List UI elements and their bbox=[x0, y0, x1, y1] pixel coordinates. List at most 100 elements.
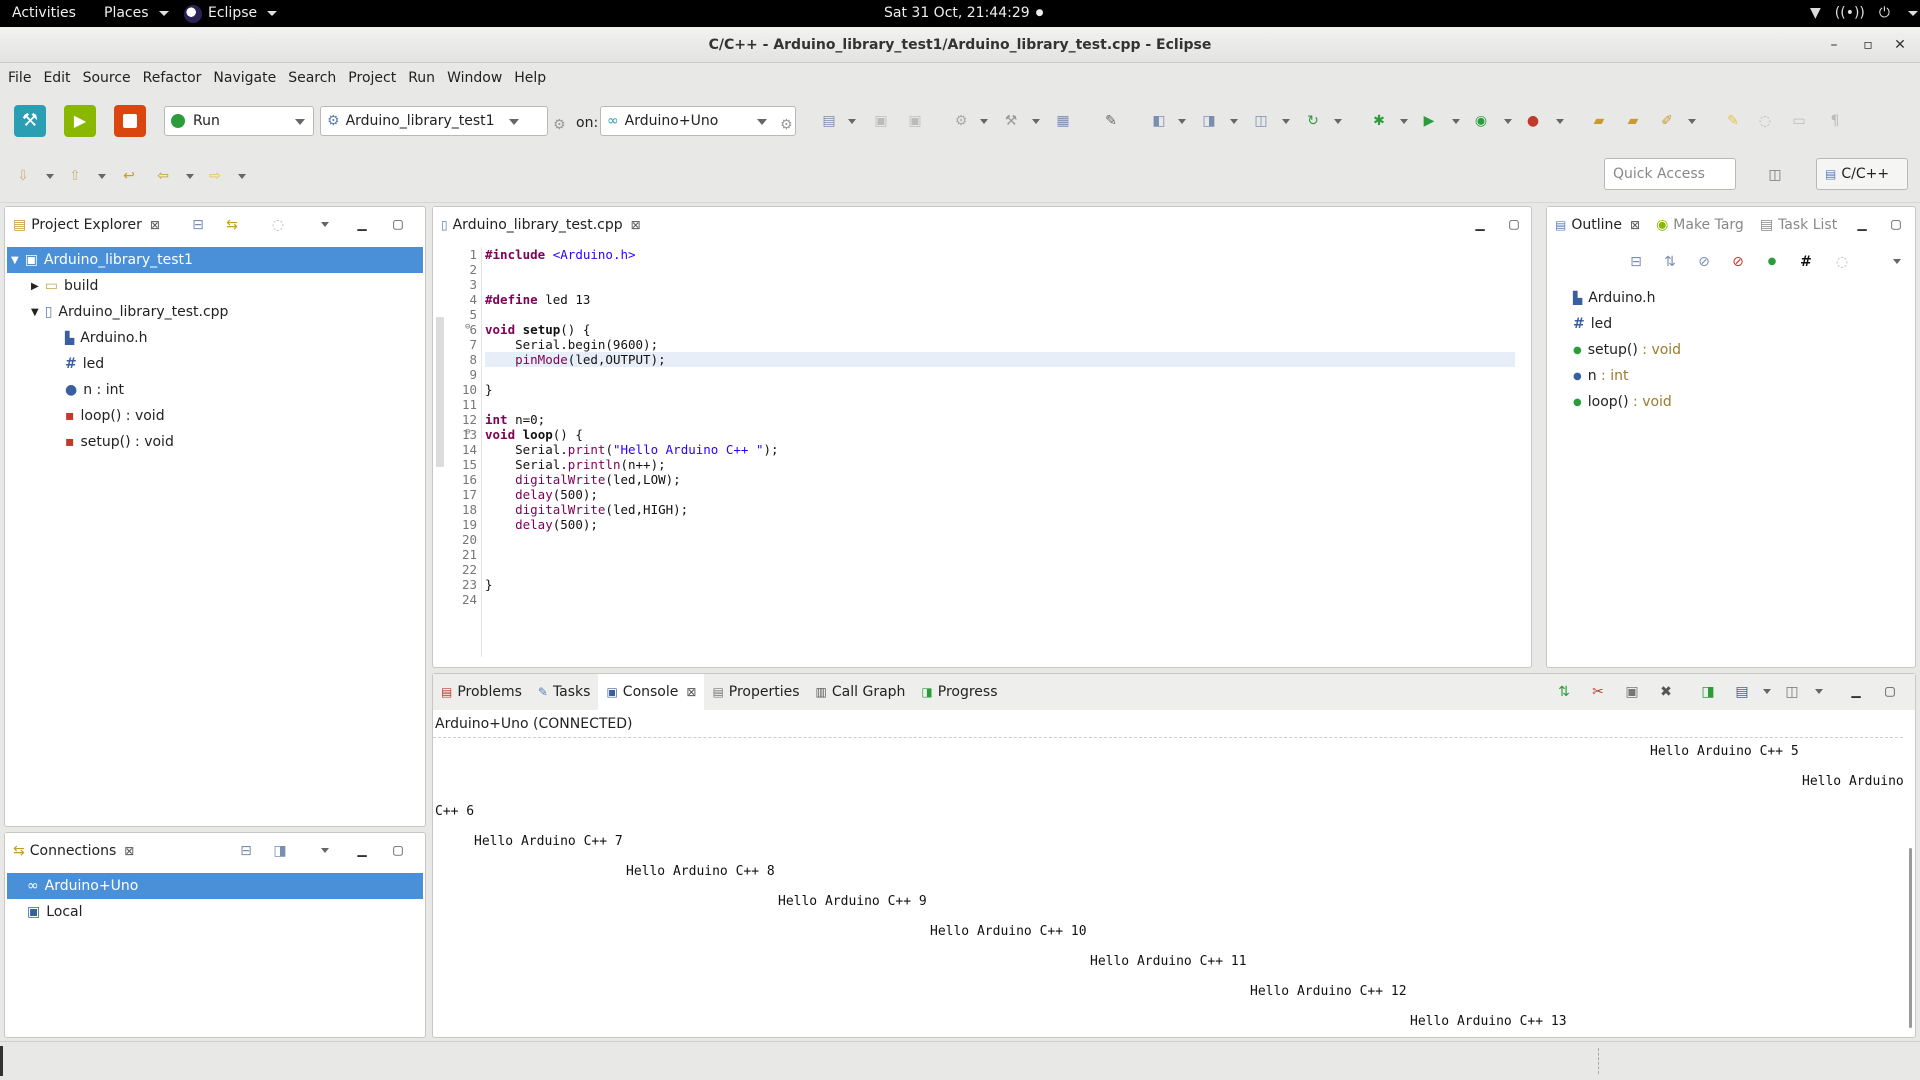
collapse-all-icon[interactable]: ⊟ bbox=[1627, 253, 1645, 271]
debug-icon[interactable]: ✱ bbox=[1370, 112, 1388, 130]
menu-window[interactable]: Window bbox=[447, 70, 513, 86]
new-folder-icon[interactable]: ◨ bbox=[1200, 112, 1218, 130]
outline-item[interactable]: ▙ Arduino.h bbox=[1549, 285, 1913, 311]
tab-tasks[interactable]: ✎ Tasks bbox=[530, 674, 599, 710]
chevron-down-icon[interactable] bbox=[98, 174, 106, 179]
console-output[interactable]: Hello Arduino C++ 5 Hello Arduino C++ 6 … bbox=[433, 738, 1917, 1034]
chevron-down-icon[interactable] bbox=[238, 174, 246, 179]
close-button[interactable]: ✕ bbox=[1890, 35, 1910, 55]
code-line[interactable]: digitalWrite(led,HIGH); bbox=[485, 502, 688, 517]
close-icon[interactable]: ⊠ bbox=[631, 218, 641, 232]
chevron-down-icon[interactable]: ▼ bbox=[31, 307, 39, 318]
close-icon[interactable]: ⊠ bbox=[686, 685, 696, 699]
close-icon[interactable]: ⊠ bbox=[124, 844, 134, 858]
remove-console-icon[interactable]: ✖ bbox=[1657, 683, 1675, 701]
tab-make-target[interactable]: ◉ Make Targ bbox=[1648, 207, 1752, 243]
chevron-down-icon[interactable] bbox=[186, 174, 194, 179]
save-all-icon[interactable]: ▣ bbox=[906, 112, 924, 130]
tab-properties[interactable]: ▤ Properties bbox=[704, 674, 807, 710]
maximize-button[interactable]: ▫ bbox=[1858, 35, 1878, 55]
chevron-down-icon[interactable] bbox=[1688, 119, 1696, 124]
code-line[interactable]: Serial.println(n++); bbox=[485, 457, 666, 472]
coverage-icon[interactable]: ◉ bbox=[1472, 112, 1490, 130]
menu-help[interactable]: Help bbox=[514, 70, 557, 86]
connection-item[interactable]: ∞ Arduino+Uno bbox=[7, 873, 423, 899]
forward-icon[interactable]: ⇨ bbox=[206, 167, 224, 185]
chevron-down-icon[interactable]: ▼ bbox=[11, 255, 19, 266]
code-line[interactable]: } bbox=[485, 577, 493, 592]
tree-item-build[interactable]: ▶ ▭ build bbox=[7, 273, 423, 299]
new-connection-icon[interactable]: ◨ bbox=[271, 842, 289, 860]
back-icon[interactable]: ⇦ bbox=[154, 167, 172, 185]
maximize-icon[interactable]: ▢ bbox=[1889, 217, 1903, 231]
link-editor-icon[interactable]: ⇆ bbox=[223, 216, 241, 234]
fold-collapse-icon[interactable]: ⊖ bbox=[465, 322, 470, 332]
tab-problems[interactable]: ▤ Problems bbox=[433, 674, 530, 710]
close-icon[interactable]: ⊠ bbox=[150, 218, 160, 232]
code-line[interactable]: delay(500); bbox=[485, 517, 598, 532]
debug-view-icon[interactable]: ▦ bbox=[1054, 112, 1072, 130]
maximize-icon[interactable]: ▢ bbox=[1883, 684, 1897, 698]
last-edit-icon[interactable]: ↩ bbox=[120, 167, 138, 185]
close-icon[interactable]: ⊠ bbox=[1630, 218, 1640, 232]
pin-console-icon[interactable]: ▣ bbox=[1623, 683, 1641, 701]
disconnect-icon[interactable]: ✂ bbox=[1589, 683, 1607, 701]
view-menu-icon[interactable] bbox=[321, 848, 329, 853]
hide-static-icon[interactable]: ⊘ bbox=[1729, 253, 1747, 271]
connection-item[interactable]: ▣ Local bbox=[7, 899, 423, 925]
next-annotation-icon[interactable]: ⇩ bbox=[14, 167, 32, 185]
tab-connections[interactable]: ⇆ Connections ⊠ bbox=[5, 833, 143, 869]
build-all-icon[interactable]: ⚒ bbox=[1002, 112, 1020, 130]
hide-macros-icon[interactable]: # bbox=[1797, 253, 1815, 271]
filter-icon[interactable]: ◌ bbox=[269, 216, 287, 234]
places-menu[interactable]: Places bbox=[104, 0, 169, 27]
tab-task-list[interactable]: ▤ Task List bbox=[1752, 207, 1845, 243]
tree-item-include[interactable]: ▙ Arduino.h bbox=[7, 325, 423, 351]
tree-item-cpp-file[interactable]: ▼ ▯ Arduino_library_test.cpp bbox=[7, 299, 423, 325]
collapse-icon[interactable]: ⊟ bbox=[237, 842, 255, 860]
view-menu-icon[interactable] bbox=[321, 222, 329, 227]
run-icon[interactable]: ▶ bbox=[1420, 112, 1438, 130]
build-button[interactable]: ⚒ bbox=[14, 105, 46, 137]
chevron-down-icon[interactable] bbox=[1556, 119, 1564, 124]
open-console-icon[interactable]: ◨ bbox=[1699, 683, 1717, 701]
menu-refactor[interactable]: Refactor bbox=[143, 70, 213, 86]
code-line[interactable]: #include <Arduino.h> bbox=[485, 247, 636, 262]
stop-button[interactable] bbox=[114, 105, 146, 137]
menu-edit[interactable]: Edit bbox=[43, 70, 81, 86]
tree-item-macro[interactable]: # led bbox=[7, 351, 423, 377]
code-line[interactable]: Serial.print("Hello Arduino C++ "); bbox=[485, 442, 778, 457]
annotation-icon[interactable]: ✎ bbox=[1724, 112, 1742, 130]
app-menu[interactable]: Eclipse bbox=[184, 0, 278, 27]
code-line[interactable]: delay(500); bbox=[485, 487, 598, 502]
launch-mode-select[interactable]: Run bbox=[164, 106, 314, 136]
tab-project-explorer[interactable]: ▤ Project Explorer ⊠ bbox=[5, 207, 168, 243]
hide-fields-icon[interactable]: ⊘ bbox=[1695, 253, 1713, 271]
minimize-icon[interactable]: ▁ bbox=[355, 217, 369, 231]
code-line[interactable]: void setup() { bbox=[485, 322, 590, 337]
new-file-icon[interactable]: ◫ bbox=[1252, 112, 1270, 130]
collapse-all-icon[interactable]: ⊟ bbox=[189, 216, 207, 234]
chevron-down-icon[interactable] bbox=[1178, 119, 1186, 124]
tab-progress[interactable]: ◨ Progress bbox=[913, 674, 1005, 710]
code-line[interactable]: } bbox=[485, 382, 493, 397]
whitespace-icon[interactable]: ¶ bbox=[1826, 112, 1844, 130]
launch-config-select[interactable]: ⚙ Arduino_library_test1 bbox=[320, 106, 548, 136]
outline-item[interactable]: ● n : int bbox=[1549, 363, 1913, 389]
menu-run[interactable]: Run bbox=[408, 70, 446, 86]
tab-console[interactable]: ▣ Console ⊠ bbox=[598, 674, 705, 710]
new-icon[interactable]: ▤ bbox=[820, 112, 838, 130]
chevron-down-icon[interactable] bbox=[1763, 689, 1771, 694]
fold-collapse-icon[interactable]: ⊖ bbox=[465, 427, 470, 437]
chevron-down-icon[interactable] bbox=[1282, 119, 1290, 124]
maximize-icon[interactable]: ▢ bbox=[391, 843, 405, 857]
code-area[interactable]: 1 2 3 4 5 6 7 8 9 10 11 12 13 14 15 16 1… bbox=[445, 247, 1519, 657]
menu-file[interactable]: File bbox=[8, 70, 42, 86]
sort-icon[interactable]: ⇅ bbox=[1661, 253, 1679, 271]
chevron-down-icon[interactable] bbox=[1815, 689, 1823, 694]
chevron-down-icon[interactable] bbox=[46, 174, 54, 179]
code-line[interactable]: int n=0; bbox=[485, 412, 545, 427]
code-line[interactable]: void loop() { bbox=[485, 427, 583, 442]
minimize-button[interactable]: – bbox=[1824, 35, 1844, 55]
chevron-down-icon[interactable] bbox=[1452, 119, 1460, 124]
